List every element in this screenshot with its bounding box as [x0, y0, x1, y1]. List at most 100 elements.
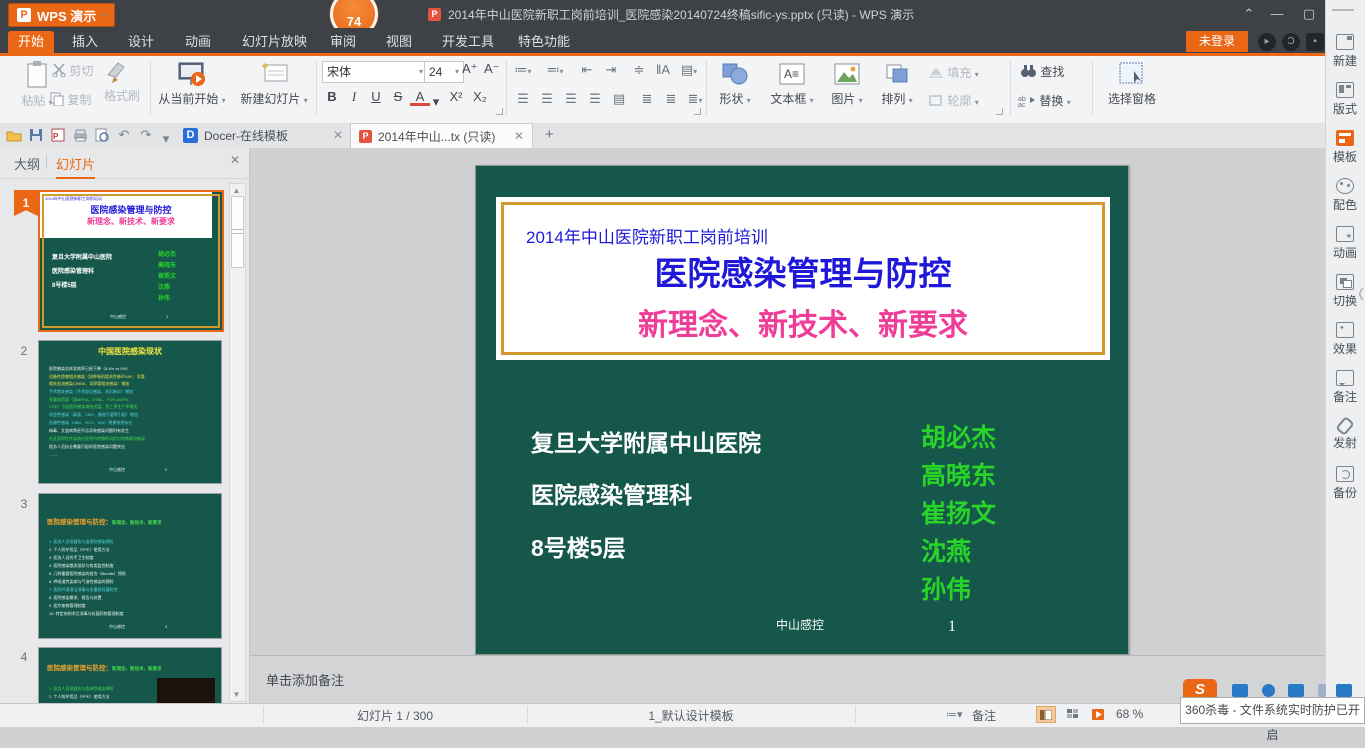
italic-button[interactable]: I: [344, 89, 364, 105]
sidebar-close-dash[interactable]: [1332, 9, 1354, 11]
tab-home[interactable]: 开始: [8, 31, 54, 53]
doc-tab-current[interactable]: P 2014年中山...tx (只读) ✕: [350, 123, 533, 148]
justify-button[interactable]: ☰: [584, 91, 606, 107]
drawing-dialog-launcher[interactable]: [996, 108, 1003, 115]
slideshow-button[interactable]: [1088, 706, 1108, 723]
format-painter-button[interactable]: 格式刷: [104, 59, 140, 104]
decrease-indent-button[interactable]: ⇤: [576, 62, 598, 78]
collapse-ribbon-button[interactable]: ⌃: [1236, 6, 1262, 22]
tab-special-features[interactable]: 特色功能: [508, 31, 580, 53]
history-icon[interactable]: Ɔ: [1282, 33, 1300, 51]
columns-button[interactable]: ‖A: [652, 62, 674, 77]
scrollbar-thumb[interactable]: [231, 196, 244, 268]
tab-design[interactable]: 设计: [118, 31, 164, 53]
arrange-button[interactable]: 排列 ▾: [874, 59, 920, 117]
tab-outline[interactable]: 大纲: [14, 154, 40, 173]
close-panel-icon[interactable]: ✕: [230, 153, 240, 167]
selection-pane-button[interactable]: 选择窗格: [1100, 59, 1164, 117]
sidebar-item-share[interactable]: 发射: [1325, 418, 1365, 451]
numbered-list-button[interactable]: ≕▾: [544, 62, 566, 78]
align-left-button[interactable]: ☰: [512, 91, 534, 107]
doc-tab-docer[interactable]: D Docer-在线模板 ✕: [175, 123, 352, 147]
font-dialog-launcher[interactable]: [496, 108, 503, 115]
slide-thumbnail-4[interactable]: 医院感染管理与防控：新理念、新技术、新要求 1. 医务人员锐器伤与血源性感染预防…: [38, 647, 222, 704]
export-pdf-icon[interactable]: P: [48, 127, 68, 142]
quick-access-more-icon[interactable]: ▾: [156, 131, 176, 147]
align-right-button[interactable]: ☰: [560, 91, 582, 107]
zoom-level[interactable]: 68 %: [1116, 707, 1143, 721]
notes-placeholder[interactable]: 单击添加备注: [266, 670, 344, 689]
sidebar-item-animation[interactable]: ★ 动画: [1325, 226, 1365, 261]
sidebar-item-template[interactable]: 模板: [1325, 130, 1365, 165]
play-from-current-button[interactable]: 从当前开始 ▾: [156, 59, 228, 117]
increase-font-button[interactable]: A⁺: [462, 61, 478, 77]
sidebar-item-notes[interactable]: 备注: [1325, 370, 1365, 405]
maximize-button[interactable]: ▢: [1296, 6, 1322, 22]
slide-canvas[interactable]: 2014年中山医院新职工岗前培训 医院感染管理与防控 新理念、新技术、新要求 复…: [475, 165, 1129, 655]
fill-button[interactable]: 填充 ▾: [928, 64, 979, 81]
find-button[interactable]: 查找: [1020, 63, 1064, 80]
copy-button[interactable]: 复制: [50, 91, 91, 108]
sidebar-item-colors[interactable]: 配色: [1325, 178, 1365, 213]
tab-slideshow[interactable]: 幻灯片放映: [232, 31, 317, 53]
sidebar-collapse-handle[interactable]: ❬: [1356, 286, 1365, 300]
slide-thumbnail-2[interactable]: 中国医院感染现状 医院感染总体发病率已经下降（8.4% vs 5%） 设备性侵袭…: [38, 340, 222, 484]
scroll-up-icon[interactable]: ▲: [231, 186, 242, 195]
replace-button[interactable]: abac 替换 ▾: [1018, 92, 1071, 109]
subscript-button[interactable]: X₂: [470, 89, 490, 104]
sidebar-item-effects[interactable]: ✦ 效果: [1325, 322, 1365, 357]
picture-button[interactable]: 图片 ▾: [824, 59, 870, 117]
undo-icon[interactable]: ↶: [114, 127, 134, 143]
minimize-button[interactable]: —: [1264, 6, 1290, 21]
print-preview-icon[interactable]: [92, 127, 112, 142]
line-spacing-button[interactable]: ≣: [636, 91, 658, 107]
paragraph-spacing-before-button[interactable]: ≣: [660, 91, 682, 107]
tab-animation[interactable]: 动画: [175, 31, 221, 53]
font-size-select[interactable]: 24▾: [424, 61, 464, 83]
normal-view-button[interactable]: [1036, 706, 1056, 723]
close-icon[interactable]: ✕: [514, 129, 524, 143]
wps-app-button[interactable]: P WPS 演示 ▾: [8, 3, 115, 27]
notes-area[interactable]: [250, 655, 1325, 704]
print-icon[interactable]: [70, 127, 90, 142]
sidebar-item-layout[interactable]: 版式: [1325, 82, 1365, 117]
text-direction-button[interactable]: ▤▾: [678, 62, 700, 78]
bold-button[interactable]: B: [322, 89, 342, 104]
slide-thumbnail-3[interactable]: 医院感染管理与防控：新理念、新技术、新要求 1. 医务人员锐器伤与血源性感染预防…: [38, 493, 222, 639]
slide-title-box[interactable]: 2014年中山医院新职工岗前培训 医院感染管理与防控 新理念、新技术、新要求: [496, 197, 1110, 360]
design-template-name[interactable]: 1_默认设计模板: [527, 707, 855, 724]
shapes-button[interactable]: 形状 ▾: [712, 59, 758, 117]
tab-view[interactable]: 视图: [376, 31, 422, 53]
store-icon[interactable]: ▪: [1306, 33, 1324, 51]
notes-toggle[interactable]: 备注: [972, 707, 996, 724]
align-center-button[interactable]: ☰: [536, 91, 558, 107]
open-file-icon[interactable]: [4, 127, 24, 142]
textbox-button[interactable]: A≡ 文本框 ▾: [764, 59, 820, 117]
increase-indent-button[interactable]: ⇥: [600, 62, 622, 78]
decrease-font-button[interactable]: A⁻: [484, 61, 500, 77]
close-icon[interactable]: ✕: [333, 128, 343, 142]
cut-button[interactable]: 剪切: [52, 62, 93, 79]
skin-icon[interactable]: ▸: [1258, 33, 1276, 51]
tab-devtools[interactable]: 开发工具: [432, 31, 504, 53]
paragraph-spacing-after-button[interactable]: ≣▾: [684, 91, 706, 107]
superscript-button[interactable]: X²: [446, 89, 466, 104]
new-tab-button[interactable]: +: [545, 126, 554, 143]
outline-button[interactable]: 轮廓 ▾: [928, 92, 979, 109]
login-button[interactable]: 未登录: [1186, 31, 1248, 52]
tab-review[interactable]: 审阅: [320, 31, 366, 53]
font-color-arrow[interactable]: ▾: [426, 94, 446, 110]
redo-icon[interactable]: ↷: [136, 127, 156, 143]
underline-button[interactable]: U: [366, 89, 386, 104]
slide-thumbnail-1[interactable]: 2014年中山医院新职工岗前培训 医院感染管理与防控 新理念、新技术、新要求 复…: [38, 190, 224, 332]
distribute-justify-button[interactable]: ▤: [608, 91, 630, 107]
tab-insert[interactable]: 插入: [62, 31, 108, 53]
sidebar-item-new[interactable]: 新建: [1325, 34, 1365, 69]
distribute-text-button[interactable]: ≑: [628, 62, 650, 78]
font-name-select[interactable]: 宋体▾: [322, 61, 428, 83]
save-icon[interactable]: [26, 127, 46, 142]
scroll-down-icon[interactable]: ▼: [231, 690, 242, 699]
sidebar-item-backup[interactable]: 备份: [1325, 466, 1365, 501]
notes-toggle-icon[interactable]: ≔▾: [946, 708, 963, 721]
paragraph-dialog-launcher[interactable]: [694, 108, 701, 115]
